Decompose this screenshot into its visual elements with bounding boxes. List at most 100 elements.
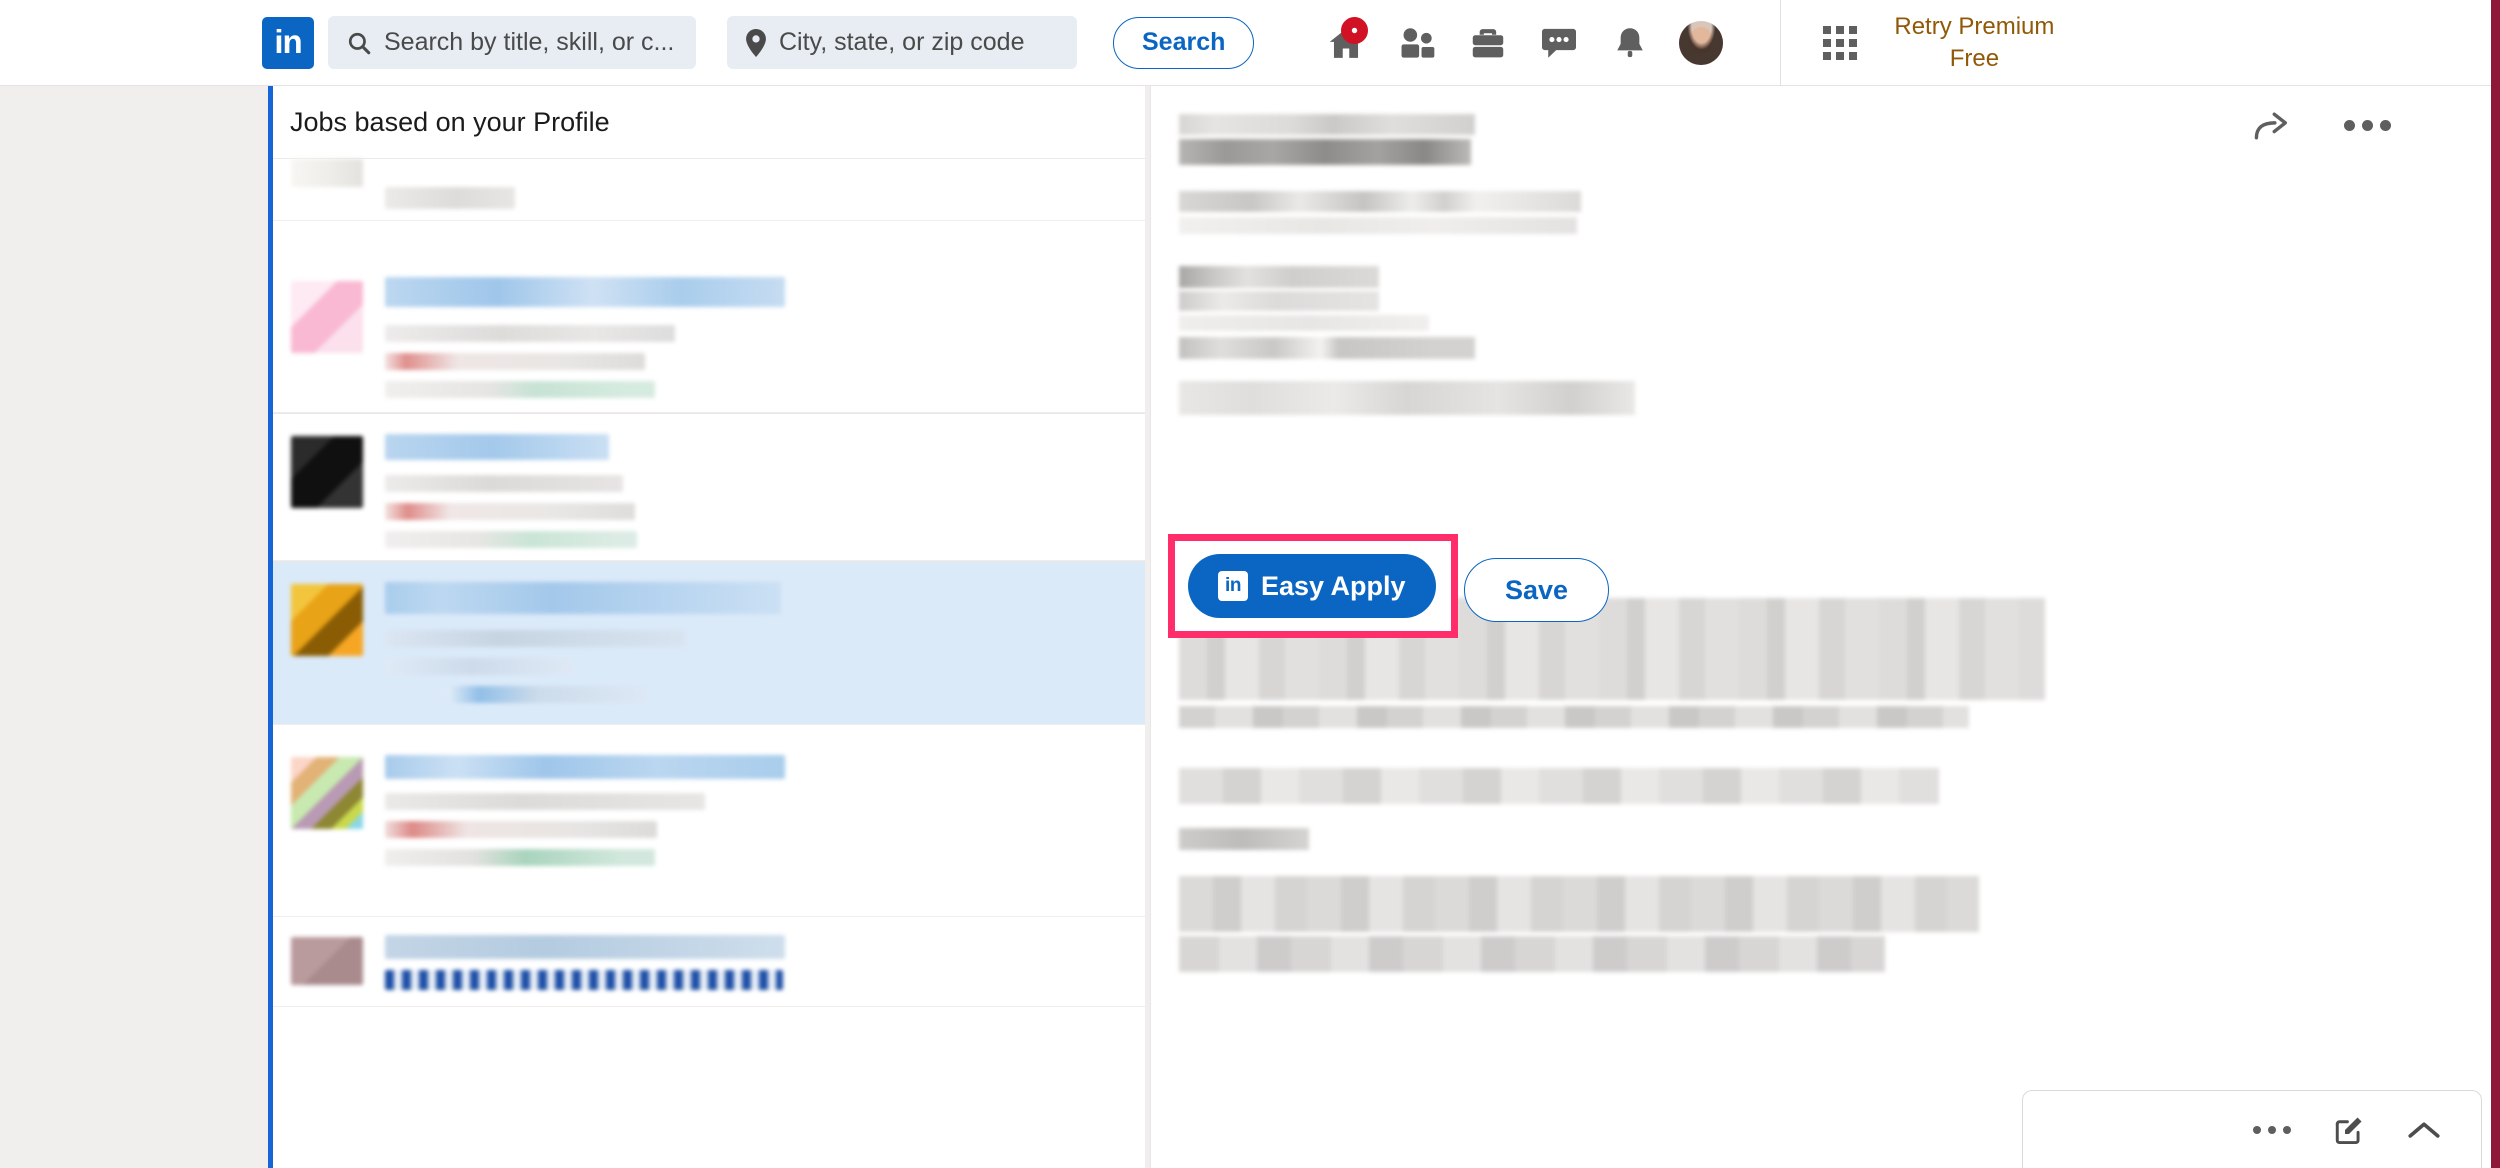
nav-me[interactable]: [1665, 12, 1736, 74]
global-header: in Search by title, skill, or c... City,…: [0, 0, 2491, 86]
detail-attributes-blur-3: [1179, 315, 1429, 331]
header-divider: [1780, 0, 1782, 86]
job-title-blur-2: [385, 970, 783, 990]
detail-job-title-blur-2: [1179, 139, 1471, 165]
jobs-list-header: Jobs based on your Profile: [273, 86, 1145, 159]
expand-messaging-button[interactable]: [2407, 1119, 2441, 1141]
messaging-overlay[interactable]: [2022, 1090, 2482, 1168]
messaging-more-button[interactable]: [2253, 1125, 2291, 1134]
job-title-blur: [385, 935, 785, 959]
premium-label-line2: Free: [1949, 44, 2000, 72]
more-options-icon: [2253, 1125, 2261, 1134]
job-location-blur: [385, 503, 635, 520]
detail-extra-blur: [1179, 381, 1635, 415]
easy-apply-label: Easy Apply: [1261, 570, 1406, 601]
chevron-up-icon: [2408, 1121, 2440, 1138]
nav-my-network[interactable]: [1381, 12, 1452, 74]
avatar: [1678, 20, 1723, 65]
company-logo: [291, 937, 363, 985]
job-location-blur: [385, 658, 573, 675]
detail-paragraph-blur-4: [1179, 876, 1979, 932]
job-item-text: [385, 578, 1127, 708]
list-item[interactable]: [273, 917, 1145, 1007]
header-nav-icons: [1310, 12, 1736, 74]
more-options-button[interactable]: [2344, 119, 2391, 131]
job-badge-blur: [447, 686, 647, 703]
share-arrow-icon: [2254, 112, 2288, 140]
list-item[interactable]: [273, 159, 1145, 221]
list-item-selected[interactable]: [273, 561, 1145, 725]
detail-action-icons: [2252, 108, 2391, 142]
apps-grid-icon[interactable]: [1823, 25, 1858, 60]
nav-messaging[interactable]: [1523, 12, 1594, 74]
job-title-blur: [385, 755, 785, 779]
detail-job-title-blur: [1179, 114, 1475, 135]
detail-label-blur: [1179, 828, 1309, 850]
detail-company-meta-blur: [1179, 191, 1581, 212]
list-item[interactable]: [273, 413, 1145, 561]
page-title: Jobs based on your Profile: [290, 106, 610, 137]
search-icon: [348, 32, 371, 54]
right-edge-stripe: [2491, 0, 2500, 1168]
easy-apply-button[interactable]: in Easy Apply: [1188, 554, 1436, 618]
job-company-blur: [385, 630, 685, 647]
job-meta-blur: [385, 187, 515, 209]
company-logo: [291, 584, 363, 656]
search-input-placeholder: Search by title, skill, or c...: [384, 28, 675, 56]
map-pin-icon: [746, 28, 766, 57]
detail-attributes-blur-2: [1179, 291, 1379, 311]
company-logo: [291, 436, 363, 508]
location-input[interactable]: City, state, or zip code: [727, 16, 1077, 69]
job-company-blur: [385, 325, 675, 342]
search-button[interactable]: Search: [1113, 16, 1255, 69]
job-badge-blur: [385, 849, 655, 866]
detail-paragraph-blur-2: [1179, 706, 1969, 728]
linkedin-jobs-page: in Search by title, skill, or c... City,…: [0, 0, 2500, 1168]
more-options-icon: [2344, 119, 2355, 131]
job-item-text: [385, 237, 1127, 398]
page-body: Jobs based on your Profile in Easy Apply…: [0, 86, 2491, 1168]
list-item[interactable]: [273, 725, 1145, 917]
job-badge-blur: [385, 531, 637, 548]
message-bubble-icon: [1541, 28, 1576, 58]
detail-attributes-blur: [1179, 266, 1379, 288]
job-title-blur: [385, 582, 781, 614]
premium-label: Retry Premium Free: [1885, 11, 2063, 74]
search-input[interactable]: Search by title, skill, or c...: [328, 16, 696, 69]
job-badge-blur: [385, 381, 655, 398]
job-title-blur: [385, 277, 785, 307]
job-item-text: [385, 430, 1127, 548]
home-notification-badge: [1341, 16, 1369, 44]
job-item-text: [385, 741, 1127, 900]
nav-notifications[interactable]: [1594, 12, 1665, 74]
job-company-blur: [385, 793, 705, 810]
list-item[interactable]: [273, 221, 1145, 413]
job-title-blur: [385, 434, 609, 460]
job-location-blur: [385, 821, 657, 838]
detail-company-meta-blur-2: [1179, 217, 1577, 234]
location-input-placeholder: City, state, or zip code: [779, 28, 1025, 56]
header-left-group: in Search by title, skill, or c... City,…: [0, 0, 2063, 86]
job-detail-content: [1151, 86, 2491, 972]
detail-paragraph-blur-3: [1179, 768, 1939, 804]
detail-paragraph-blur-5: [1179, 936, 1885, 972]
bell-icon: [1617, 27, 1643, 57]
share-button[interactable]: [2252, 108, 2292, 142]
detail-attributes-blur-4: [1179, 337, 1475, 359]
briefcase-icon: [1472, 28, 1504, 57]
retry-premium-free[interactable]: Retry Premium Free: [1795, 11, 2063, 74]
people-icon: [1401, 27, 1435, 58]
save-job-button[interactable]: Save: [1464, 558, 1610, 622]
easy-apply-highlight: in Easy Apply: [1168, 534, 1458, 638]
job-location-blur: [385, 353, 645, 370]
company-logo: [291, 281, 363, 353]
nav-jobs[interactable]: [1452, 12, 1523, 74]
compose-pencil-icon: [2335, 1116, 2362, 1144]
compose-message-button[interactable]: [2333, 1114, 2365, 1146]
nav-home[interactable]: [1310, 12, 1381, 74]
linkedin-logo[interactable]: in: [262, 16, 314, 69]
linkedin-in-icon: in: [1218, 571, 1248, 601]
job-list: [273, 159, 1145, 1007]
job-company-blur: [385, 475, 623, 492]
job-item-text: [385, 933, 1127, 990]
